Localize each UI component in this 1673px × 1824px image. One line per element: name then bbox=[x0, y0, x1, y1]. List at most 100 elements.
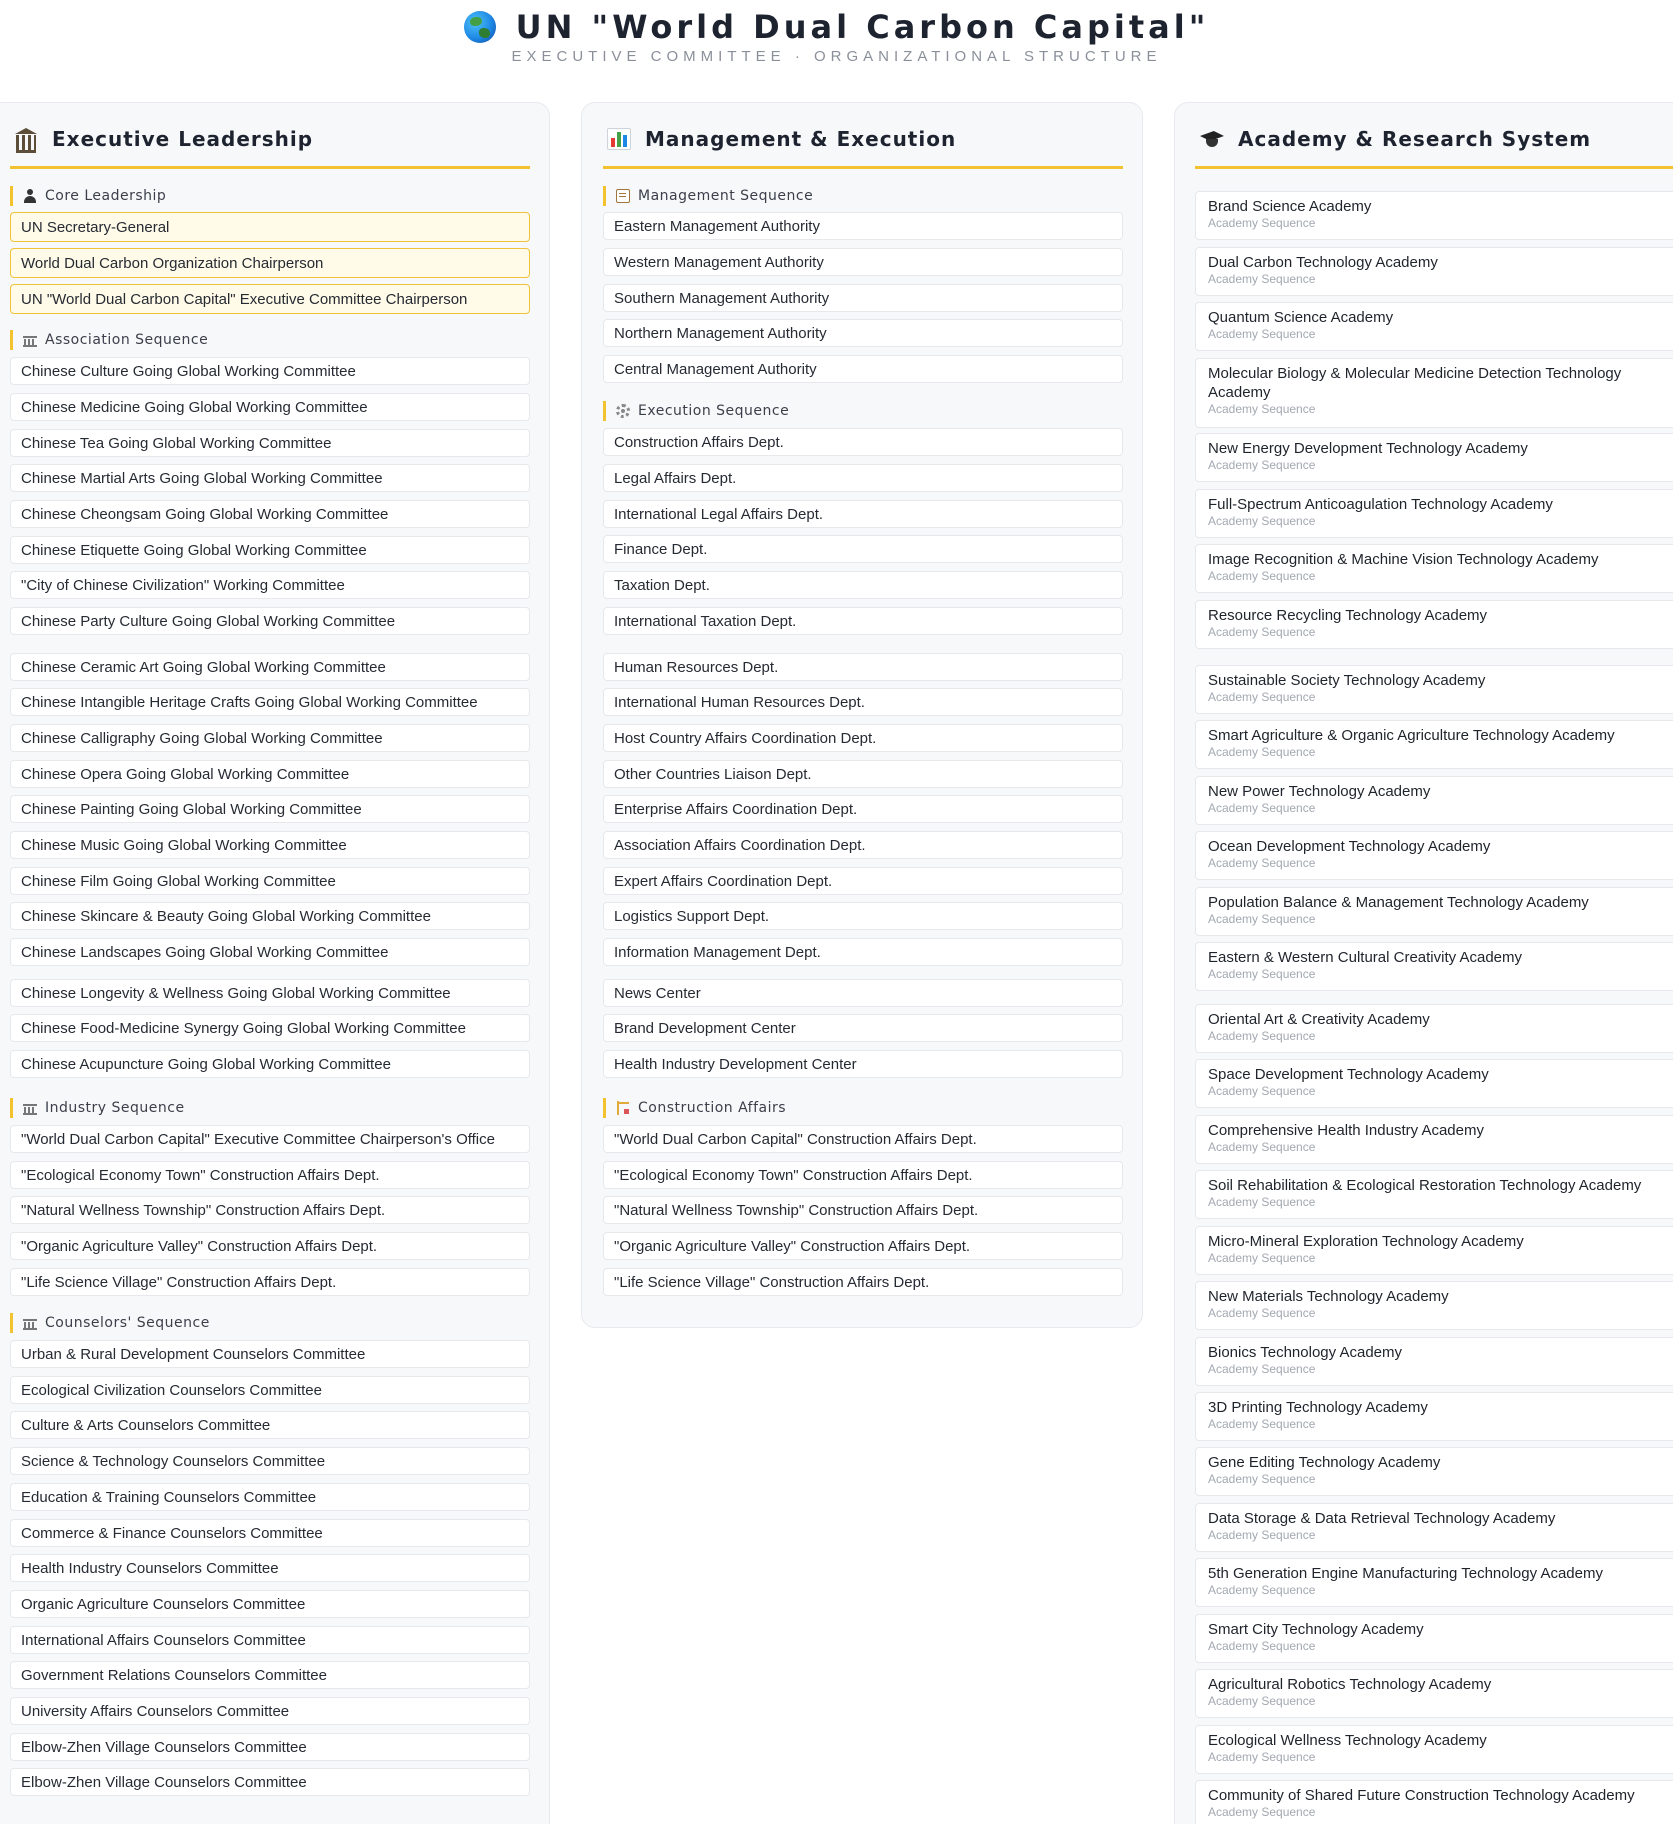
list-item[interactable]: International Affairs Counselors Committ… bbox=[10, 1626, 530, 1654]
list-item[interactable]: University Affairs Counselors Committee bbox=[10, 1697, 530, 1725]
academy-card[interactable]: Population Balance & Management Technolo… bbox=[1195, 887, 1673, 936]
academy-card[interactable]: New Energy Development Technology Academ… bbox=[1195, 433, 1673, 482]
list-item[interactable]: "Life Science Village" Construction Affa… bbox=[603, 1268, 1123, 1296]
list-item[interactable]: Human Resources Dept. bbox=[603, 653, 1123, 681]
list-item[interactable]: Chinese Landscapes Going Global Working … bbox=[10, 938, 530, 966]
list-item[interactable]: Government Relations Counselors Committe… bbox=[10, 1661, 530, 1689]
list-item[interactable]: Commerce & Finance Counselors Committee bbox=[10, 1519, 530, 1547]
list-item[interactable]: Chinese Opera Going Global Working Commi… bbox=[10, 760, 530, 788]
list-item[interactable]: Chinese Skincare & Beauty Going Global W… bbox=[10, 902, 530, 930]
list-item[interactable]: "Ecological Economy Town" Construction A… bbox=[10, 1161, 530, 1189]
academy-card[interactable]: 5th Generation Engine Manufacturing Tech… bbox=[1195, 1558, 1673, 1607]
list-item[interactable]: Central Management Authority bbox=[603, 355, 1123, 383]
list-item[interactable]: International Human Resources Dept. bbox=[603, 688, 1123, 716]
core-leader-item[interactable]: UN "World Dual Carbon Capital" Executive… bbox=[10, 284, 530, 314]
academy-card[interactable]: Oriental Art & Creativity Academy Academy… bbox=[1195, 1004, 1673, 1053]
academy-card[interactable]: Eastern & Western Cultural Creativity Ac… bbox=[1195, 942, 1673, 991]
list-item[interactable]: Health Industry Counselors Committee bbox=[10, 1554, 530, 1582]
list-item[interactable]: Chinese Ceramic Art Going Global Working… bbox=[10, 653, 530, 681]
academy-card[interactable]: Smart City Technology Academy Academy Seq… bbox=[1195, 1614, 1673, 1663]
academy-card[interactable]: Brand Science Academy Academy Sequence bbox=[1195, 191, 1673, 240]
list-item[interactable]: Expert Affairs Coordination Dept. bbox=[603, 867, 1123, 895]
list-item[interactable]: Brand Development Center bbox=[603, 1014, 1123, 1042]
academy-card[interactable]: Sustainable Society Technology Academy Ac… bbox=[1195, 665, 1673, 714]
core-leader-item[interactable]: UN Secretary-General bbox=[10, 212, 530, 242]
academy-card[interactable]: Resource Recycling Technology Academy Aca… bbox=[1195, 600, 1673, 649]
list-item[interactable]: "Life Science Village" Construction Affa… bbox=[10, 1268, 530, 1296]
academy-card[interactable]: Data Storage & Data Retrieval Technology… bbox=[1195, 1503, 1673, 1552]
list-item[interactable]: "Organic Agriculture Valley" Constructio… bbox=[10, 1232, 530, 1260]
list-item[interactable]: "Organic Agriculture Valley" Constructio… bbox=[603, 1232, 1123, 1260]
list-item[interactable]: Construction Affairs Dept. bbox=[603, 428, 1123, 456]
academy-card[interactable]: Smart Agriculture & Organic Agriculture … bbox=[1195, 720, 1673, 769]
academy-card[interactable]: Soil Rehabilitation & Ecological Restora… bbox=[1195, 1170, 1673, 1219]
academy-card[interactable]: New Materials Technology Academy Academy … bbox=[1195, 1281, 1673, 1330]
list-item[interactable]: News Center bbox=[603, 979, 1123, 1007]
list-item[interactable]: Eastern Management Authority bbox=[603, 212, 1123, 240]
list-item[interactable]: Chinese Music Going Global Working Commi… bbox=[10, 831, 530, 859]
academy-card[interactable]: Ocean Development Technology Academy Acad… bbox=[1195, 831, 1673, 880]
academy-card[interactable]: Full-Spectrum Anticoagulation Technology… bbox=[1195, 489, 1673, 538]
list-item[interactable]: Chinese Tea Going Global Working Committ… bbox=[10, 429, 530, 457]
list-item[interactable]: "Ecological Economy Town" Construction A… bbox=[603, 1161, 1123, 1189]
list-item[interactable]: Chinese Etiquette Going Global Working C… bbox=[10, 536, 530, 564]
list-item[interactable]: Elbow-Zhen Village Counselors Committee bbox=[10, 1733, 530, 1761]
core-leader-item[interactable]: World Dual Carbon Organization Chairpers… bbox=[10, 248, 530, 278]
bank-icon bbox=[14, 128, 38, 153]
list-item[interactable]: Chinese Culture Going Global Working Com… bbox=[10, 357, 530, 385]
list-item[interactable]: Chinese Film Going Global Working Commit… bbox=[10, 867, 530, 895]
academy-card[interactable]: Bionics Technology Academy Academy Sequen… bbox=[1195, 1337, 1673, 1386]
academy-card[interactable]: Image Recognition & Machine Vision Techn… bbox=[1195, 544, 1673, 593]
list-item[interactable]: Chinese Intangible Heritage Crafts Going… bbox=[10, 688, 530, 716]
list-item[interactable]: "World Dual Carbon Capital" Executive Co… bbox=[10, 1125, 530, 1153]
list-item[interactable]: Association Affairs Coordination Dept. bbox=[603, 831, 1123, 859]
list-item[interactable]: Chinese Cheongsam Going Global Working C… bbox=[10, 500, 530, 528]
list-item[interactable]: Health Industry Development Center bbox=[603, 1050, 1123, 1078]
list-item[interactable]: "City of Chinese Civilization" Working C… bbox=[10, 571, 530, 599]
academy-card[interactable]: Ecological Wellness Technology Academy Ac… bbox=[1195, 1725, 1673, 1774]
list-item[interactable]: Finance Dept. bbox=[603, 535, 1123, 563]
list-item[interactable]: Host Country Affairs Coordination Dept. bbox=[603, 724, 1123, 752]
list-item[interactable]: Information Management Dept. bbox=[603, 938, 1123, 966]
list-item[interactable]: "Natural Wellness Township" Construction… bbox=[10, 1196, 530, 1224]
list-item[interactable]: "World Dual Carbon Capital" Construction… bbox=[603, 1125, 1123, 1153]
academy-card[interactable]: Community of Shared Future Construction … bbox=[1195, 1780, 1673, 1824]
academy-card[interactable]: Micro-Mineral Exploration Technology Aca… bbox=[1195, 1226, 1673, 1275]
academy-card[interactable]: Dual Carbon Technology Academy Academy Se… bbox=[1195, 247, 1673, 296]
list-item[interactable]: Chinese Party Culture Going Global Worki… bbox=[10, 607, 530, 635]
list-item[interactable]: Chinese Calligraphy Going Global Working… bbox=[10, 724, 530, 752]
list-item[interactable]: Urban & Rural Development Counselors Com… bbox=[10, 1340, 530, 1368]
list-item[interactable]: Culture & Arts Counselors Committee bbox=[10, 1411, 530, 1439]
section-header-label: Association Sequence bbox=[45, 332, 209, 348]
list-item[interactable]: Chinese Acupuncture Going Global Working… bbox=[10, 1050, 530, 1078]
academy-card[interactable]: Molecular Biology & Molecular Medicine D… bbox=[1195, 358, 1673, 428]
list-item[interactable]: International Taxation Dept. bbox=[603, 607, 1123, 635]
list-item[interactable]: Education & Training Counselors Committe… bbox=[10, 1483, 530, 1511]
list-item[interactable]: Western Management Authority bbox=[603, 248, 1123, 276]
list-item[interactable]: Science & Technology Counselors Committe… bbox=[10, 1447, 530, 1475]
list-item[interactable]: Logistics Support Dept. bbox=[603, 902, 1123, 930]
list-item[interactable]: Legal Affairs Dept. bbox=[603, 464, 1123, 492]
list-item[interactable]: "Natural Wellness Township" Construction… bbox=[603, 1196, 1123, 1224]
list-item[interactable]: Elbow-Zhen Village Counselors Committee bbox=[10, 1768, 530, 1796]
academy-card[interactable]: Space Development Technology Academy Acad… bbox=[1195, 1059, 1673, 1108]
academy-card[interactable]: Agricultural Robotics Technology Academy… bbox=[1195, 1669, 1673, 1718]
list-item[interactable]: Other Countries Liaison Dept. bbox=[603, 760, 1123, 788]
list-item[interactable]: Chinese Martial Arts Going Global Workin… bbox=[10, 464, 530, 492]
list-item[interactable]: Taxation Dept. bbox=[603, 571, 1123, 599]
academy-card[interactable]: Gene Editing Technology Academy Academy S… bbox=[1195, 1447, 1673, 1496]
academy-card[interactable]: Comprehensive Health Industry Academy Aca… bbox=[1195, 1115, 1673, 1164]
list-item[interactable]: Southern Management Authority bbox=[603, 284, 1123, 312]
academy-card[interactable]: Quantum Science Academy Academy Sequence bbox=[1195, 302, 1673, 351]
list-item[interactable]: Organic Agriculture Counselors Committee bbox=[10, 1590, 530, 1618]
academy-card[interactable]: New Power Technology Academy Academy Sequ… bbox=[1195, 776, 1673, 825]
list-item[interactable]: Chinese Longevity & Wellness Going Globa… bbox=[10, 979, 530, 1007]
list-item[interactable]: Northern Management Authority bbox=[603, 319, 1123, 347]
list-item[interactable]: Ecological Civilization Counselors Commi… bbox=[10, 1376, 530, 1404]
list-item[interactable]: Chinese Food-Medicine Synergy Going Glob… bbox=[10, 1014, 530, 1042]
list-item[interactable]: Chinese Painting Going Global Working Co… bbox=[10, 795, 530, 823]
academy-card[interactable]: 3D Printing Technology Academy Academy Se… bbox=[1195, 1392, 1673, 1441]
list-item[interactable]: Enterprise Affairs Coordination Dept. bbox=[603, 795, 1123, 823]
list-item[interactable]: International Legal Affairs Dept. bbox=[603, 500, 1123, 528]
list-item[interactable]: Chinese Medicine Going Global Working Co… bbox=[10, 393, 530, 421]
